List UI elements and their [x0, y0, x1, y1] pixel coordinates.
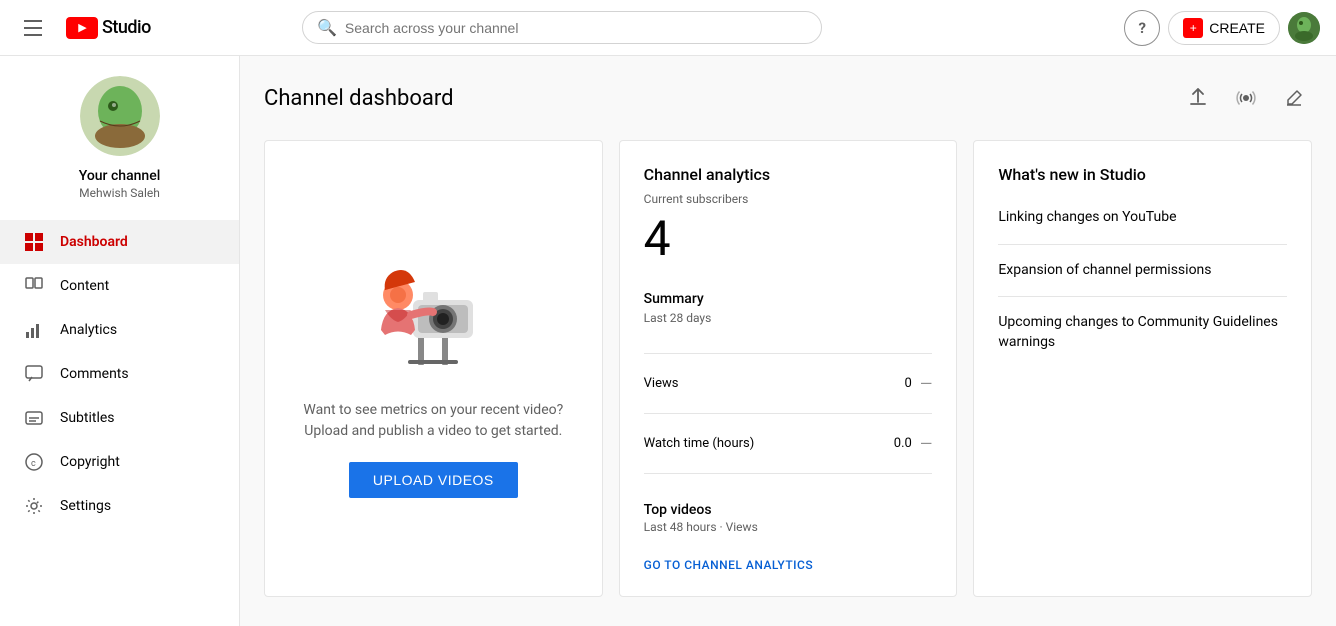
whats-new-title: What's new in Studio: [998, 165, 1287, 184]
sidebar: Your channel Mehwish Saleh Dashboard Con…: [0, 56, 240, 626]
sidebar-item-copyright[interactable]: c Copyright: [0, 440, 239, 484]
views-label: Views: [644, 376, 679, 391]
top-videos-label: Top videos: [644, 502, 933, 518]
menu-button[interactable]: [16, 12, 50, 44]
subscribers-count: 4: [644, 210, 933, 267]
logo[interactable]: Studio: [66, 17, 151, 39]
help-button[interactable]: ?: [1124, 10, 1160, 46]
divider-2: [644, 413, 933, 414]
stat-row-watchtime: Watch time (hours) 0.0 —: [644, 426, 933, 461]
news-text-1: Expansion of channel permissions: [998, 262, 1211, 278]
topbar-right: ? + CREATE: [1124, 10, 1320, 46]
copyright-icon: c: [24, 452, 44, 472]
svg-text:c: c: [31, 459, 36, 469]
page-header: Channel dashboard: [264, 80, 1312, 116]
stat-row-views: Views 0 —: [644, 366, 933, 401]
divider-1: [644, 353, 933, 354]
settings-icon: [24, 496, 44, 516]
topbar: Studio 🔍 ? + CREATE: [0, 0, 1336, 56]
subscribers-label: Current subscribers: [644, 192, 933, 206]
upload-card: Want to see metrics on your recent video…: [264, 140, 603, 597]
create-label: CREATE: [1209, 20, 1265, 36]
create-button[interactable]: + CREATE: [1168, 11, 1280, 45]
logo-text: Studio: [102, 17, 151, 38]
summary-header: Summary: [644, 291, 933, 307]
analytics-card: Channel analytics Current subscribers 4 …: [619, 140, 958, 597]
whats-new-card: What's new in Studio Linking changes on …: [973, 140, 1312, 597]
dashboard-icon: [24, 232, 44, 252]
search-input[interactable]: [345, 20, 807, 36]
create-icon: +: [1183, 18, 1203, 38]
analytics-label: Analytics: [60, 322, 117, 338]
sidebar-item-content[interactable]: Content: [0, 264, 239, 308]
top-videos-section: Top videos Last 48 hours · Views: [644, 502, 933, 534]
header-actions: [1180, 80, 1312, 116]
news-item-2[interactable]: Upcoming changes to Community Guidelines…: [998, 297, 1287, 368]
broadcast-icon-button[interactable]: [1228, 80, 1264, 116]
upload-videos-button[interactable]: UPLOAD VIDEOS: [349, 462, 518, 498]
sidebar-nav: Dashboard Content Analytics Comments: [0, 220, 239, 528]
page-title: Channel dashboard: [264, 86, 454, 111]
news-item-0[interactable]: Linking changes on YouTube: [998, 192, 1287, 245]
content-icon: [24, 276, 44, 296]
watchtime-change: —: [920, 434, 933, 453]
upload-illustration: [363, 240, 503, 384]
upload-text: Want to see metrics on your recent video…: [303, 400, 563, 442]
sidebar-item-dashboard[interactable]: Dashboard: [0, 220, 239, 264]
channel-handle: Mehwish Saleh: [79, 186, 160, 200]
news-text-0: Linking changes on YouTube: [998, 209, 1176, 225]
news-item-1[interactable]: Expansion of channel permissions: [998, 245, 1287, 298]
watchtime-value: 0.0: [894, 436, 912, 451]
main-content: Channel dashboard: [240, 56, 1336, 626]
search-icon: 🔍: [317, 18, 337, 37]
views-value: 0: [905, 376, 912, 391]
sidebar-item-subtitles[interactable]: Subtitles: [0, 396, 239, 440]
topbar-left: Studio: [16, 12, 151, 44]
analytics-icon: [24, 320, 44, 340]
content-label: Content: [60, 278, 109, 294]
edit-icon-button[interactable]: [1276, 80, 1312, 116]
copyright-label: Copyright: [60, 454, 120, 470]
analytics-card-title: Channel analytics: [644, 165, 933, 184]
top-videos-period: Last 48 hours · Views: [644, 520, 933, 534]
settings-label: Settings: [60, 498, 111, 514]
avatar[interactable]: [1288, 12, 1320, 44]
sidebar-item-analytics[interactable]: Analytics: [0, 308, 239, 352]
comments-icon: [24, 364, 44, 384]
views-change: —: [920, 374, 933, 393]
sidebar-item-comments[interactable]: Comments: [0, 352, 239, 396]
watchtime-value-row: 0.0 —: [894, 434, 933, 453]
youtube-icon: [66, 17, 98, 39]
watchtime-label: Watch time (hours): [644, 436, 755, 451]
subtitles-label: Subtitles: [60, 410, 115, 426]
dashboard-grid: Want to see metrics on your recent video…: [264, 140, 1312, 597]
comments-label: Comments: [60, 366, 129, 382]
dashboard-label: Dashboard: [60, 234, 128, 250]
summary-period: Last 28 days: [644, 311, 933, 325]
subtitles-icon: [24, 408, 44, 428]
channel-name: Your channel: [79, 168, 161, 184]
upload-icon-button[interactable]: [1180, 80, 1216, 116]
news-text-2: Upcoming changes to Community Guidelines…: [998, 314, 1278, 350]
channel-avatar[interactable]: [80, 76, 160, 156]
search-bar[interactable]: 🔍: [302, 11, 822, 44]
views-value-row: 0 —: [905, 374, 933, 393]
divider-3: [644, 473, 933, 474]
analytics-link[interactable]: GO TO CHANNEL ANALYTICS: [644, 558, 933, 572]
main-layout: Your channel Mehwish Saleh Dashboard Con…: [0, 56, 1336, 626]
sidebar-item-settings[interactable]: Settings: [0, 484, 239, 528]
